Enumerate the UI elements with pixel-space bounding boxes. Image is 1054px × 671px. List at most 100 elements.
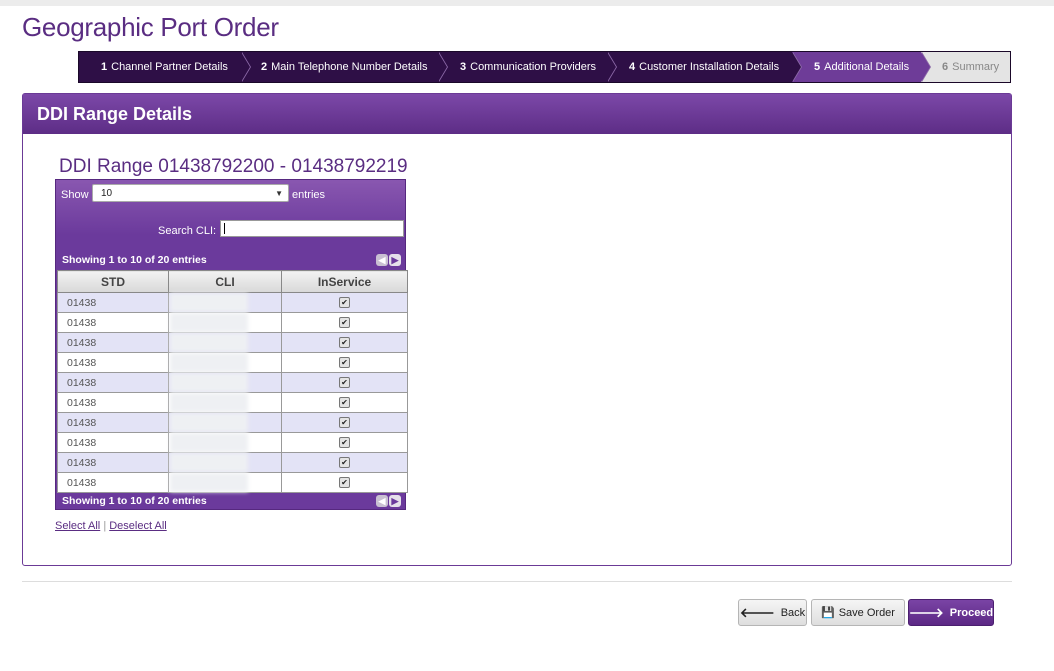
cli-cell-redacted — [168, 292, 282, 313]
inservice-checkbox[interactable]: ✔ — [339, 297, 350, 309]
wizard-step-5[interactable]: 5 Additional Details — [792, 52, 931, 82]
cli-cell-redacted — [168, 352, 282, 373]
table-controls: Show 10 ▼ entries Search CLI: — [56, 180, 405, 237]
column-header-cli[interactable]: CLI — [168, 270, 282, 293]
table-row: 01438 ✔ — [57, 372, 408, 393]
cli-cell-redacted — [168, 472, 282, 493]
std-cell: 01438 — [57, 432, 169, 453]
inservice-checkbox[interactable]: ✔ — [339, 357, 350, 369]
column-header-std[interactable]: STD — [57, 270, 169, 293]
inservice-checkbox[interactable]: ✔ — [339, 437, 350, 449]
prev-page-icon[interactable]: ◀ — [376, 254, 388, 266]
page-size-value: 10 — [101, 188, 113, 199]
panel-title: DDI Range Details — [23, 94, 1011, 134]
step-number: 3 — [460, 61, 467, 73]
floppy-disk-icon: 💾 — [821, 607, 835, 619]
table-row: 01438 ✔ — [57, 312, 408, 333]
proceed-button-label: Proceed — [949, 606, 994, 619]
redacted-cli — [170, 373, 248, 392]
wizard-step-3[interactable]: 3 Communication Providers — [438, 52, 617, 82]
inservice-cell: ✔ — [281, 332, 408, 353]
column-header-inservice[interactable]: InService — [281, 270, 408, 293]
arrow-right-icon: 🡒 — [908, 604, 944, 620]
step-number: 1 — [101, 61, 108, 73]
select-all-link[interactable]: Select All — [55, 520, 100, 532]
link-separator: | — [103, 520, 107, 532]
table-row: 01438 ✔ — [57, 392, 408, 413]
inservice-cell: ✔ — [281, 472, 408, 493]
inservice-cell: ✔ — [281, 432, 408, 453]
redacted-cli — [170, 333, 248, 352]
std-cell: 01438 — [57, 472, 169, 493]
entries-label: entries — [292, 189, 326, 201]
prev-page-icon[interactable]: ◀ — [376, 495, 388, 507]
redacted-cli — [170, 473, 248, 492]
table-row: 01438 ✔ — [57, 292, 408, 313]
inservice-checkbox[interactable]: ✔ — [339, 337, 350, 349]
step-label: Channel Partner Details — [111, 61, 228, 73]
redacted-cli — [170, 453, 248, 472]
std-cell: 01438 — [57, 372, 169, 393]
table-row: 01438 ✔ — [57, 472, 408, 493]
inservice-cell: ✔ — [281, 392, 408, 413]
std-cell: 01438 — [57, 292, 169, 313]
back-button[interactable]: 🡐 Back — [738, 599, 807, 626]
std-cell: 01438 — [57, 392, 169, 413]
inservice-checkbox[interactable]: ✔ — [339, 417, 350, 429]
search-label: Search CLI: — [158, 225, 217, 237]
step-number: 2 — [261, 61, 268, 73]
page-title: Geographic Port Order — [22, 12, 279, 42]
chevron-down-icon: ▼ — [275, 189, 283, 198]
inservice-cell: ✔ — [281, 292, 408, 313]
show-label: Show — [61, 189, 89, 201]
deselect-all-link[interactable]: Deselect All — [109, 520, 166, 532]
std-cell: 01438 — [57, 332, 169, 353]
table-info-bottom: Showing 1 to 10 of 20 entries ◀ ▶ — [56, 491, 405, 511]
redacted-cli — [170, 313, 248, 332]
divider — [22, 581, 1012, 582]
table-info-top: Showing 1 to 10 of 20 entries ◀ ▶ — [56, 250, 405, 270]
step-label: Communication Providers — [470, 61, 597, 73]
pager-top: ◀ ▶ — [376, 254, 401, 266]
proceed-button[interactable]: 🡒 Proceed — [908, 599, 994, 626]
ddi-table-wrapper: Show 10 ▼ entries Search CLI: Showing 1 t… — [55, 179, 408, 511]
next-page-icon[interactable]: ▶ — [389, 495, 401, 507]
step-label: Additional Details — [824, 61, 910, 73]
table-row: 01438 ✔ — [57, 452, 408, 473]
redacted-cli — [170, 293, 248, 312]
cli-cell-redacted — [168, 392, 282, 413]
wizard-step-4[interactable]: 4 Customer Installation Details — [607, 52, 802, 82]
redacted-cli — [170, 413, 248, 432]
page-size-select[interactable]: 10 ▼ — [92, 184, 289, 202]
std-cell: 01438 — [57, 352, 169, 373]
back-button-label: Back — [780, 606, 806, 619]
cli-cell-redacted — [168, 332, 282, 353]
inservice-checkbox[interactable]: ✔ — [339, 397, 350, 409]
arrow-left-icon: 🡐 — [739, 604, 775, 620]
search-cli-input[interactable] — [220, 220, 404, 237]
table-info-text: Showing 1 to 10 of 20 entries — [62, 495, 207, 507]
next-page-icon[interactable]: ▶ — [389, 254, 401, 266]
cli-cell-redacted — [168, 372, 282, 393]
range-title: DDI Range 01438792200 - 01438792219 — [59, 156, 408, 177]
inservice-checkbox[interactable]: ✔ — [339, 477, 350, 489]
inservice-checkbox[interactable]: ✔ — [339, 457, 350, 469]
ddi-table: STD CLI InService 01438 ✔ 01438 ✔ 01438 ✔ 0… — [57, 270, 408, 493]
ddi-range-panel: DDI Range Details DDI Range 01438792200 … — [22, 93, 1012, 566]
inservice-cell: ✔ — [281, 372, 408, 393]
table-row: 01438 ✔ — [57, 332, 408, 353]
save-order-button[interactable]: 💾 Save Order — [811, 599, 905, 626]
inservice-cell: ✔ — [281, 412, 408, 433]
step-number: 6 — [942, 61, 949, 73]
cli-cell-redacted — [168, 312, 282, 333]
wizard-steps: 1 Channel Partner Details 2 Main Telephone… — [78, 51, 1011, 83]
inservice-checkbox[interactable]: ✔ — [339, 317, 350, 329]
cli-cell-redacted — [168, 412, 282, 433]
wizard-step-6[interactable]: 6 Summary — [921, 52, 1010, 82]
wizard-step-2[interactable]: 2 Main Telephone Number Details — [241, 52, 448, 82]
step-label: Customer Installation Details — [639, 61, 780, 73]
table-info-text: Showing 1 to 10 of 20 entries — [62, 254, 207, 266]
table-row: 01438 ✔ — [57, 412, 408, 433]
inservice-checkbox[interactable]: ✔ — [339, 377, 350, 389]
wizard-step-1[interactable]: 1 Channel Partner Details — [79, 52, 251, 82]
